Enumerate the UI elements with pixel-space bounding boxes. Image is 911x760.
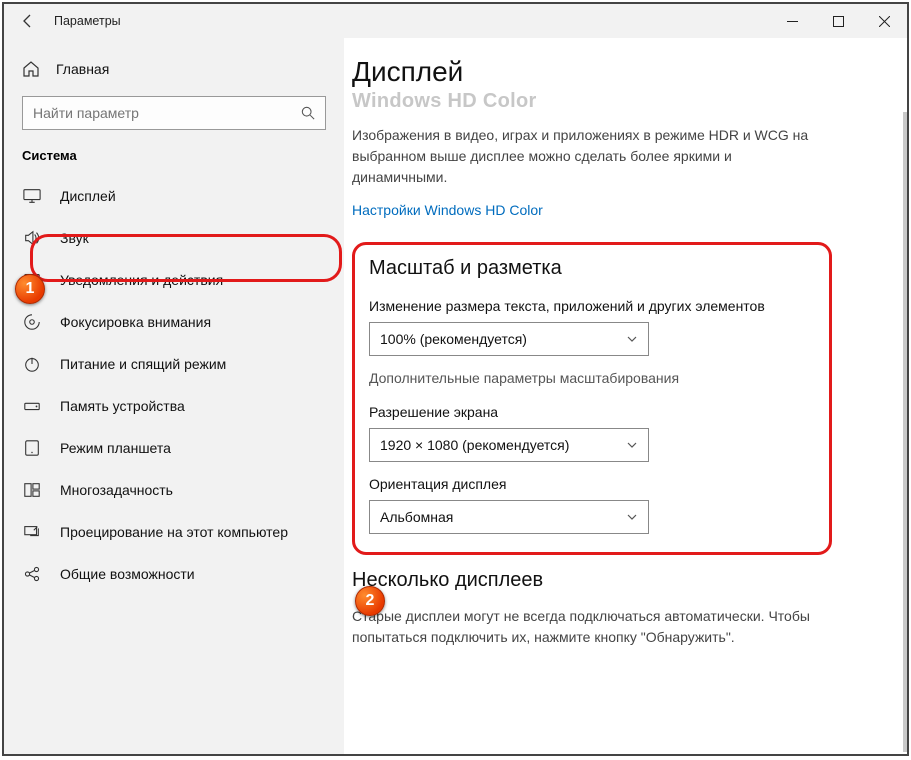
scale-size-label: Изменение размера текста, приложений и д… [369,298,813,314]
sound-icon [22,228,42,248]
multi-displays-heading: Несколько дисплеев [352,569,877,592]
search-input[interactable] [22,96,326,130]
chevron-down-icon [626,333,638,345]
sidebar-item-sound[interactable]: Звук [4,217,344,259]
content-pane: Дисплей Windows HD Color Изображения в в… [344,38,907,754]
display-icon [22,186,42,206]
page-title: Дисплей [352,56,877,88]
sidebar-item-projecting[interactable]: Проецирование на этот компьютер [4,511,344,553]
focus-icon [22,312,42,332]
annotation-badge-2: 2 [355,586,385,616]
advanced-scaling-link[interactable]: Дополнительные параметры масштабирования [369,370,813,386]
hdcolor-heading: Windows HD Color [352,90,877,113]
sidebar-item-label: Уведомления и действия [60,272,223,288]
back-button[interactable] [4,13,52,29]
hdcolor-description: Изображения в видео, играх и приложениях… [352,125,822,188]
sidebar: Главная Система Дисплей Звук [4,38,344,754]
minimize-button[interactable] [769,5,815,37]
sidebar-item-focus[interactable]: Фокусировка внимания [4,301,344,343]
annotation-badge-1: 1 [15,274,45,304]
tablet-icon [22,438,42,458]
scale-size-dropdown[interactable]: 100% (рекомендуется) [369,322,649,356]
sidebar-item-shared[interactable]: Общие возможности [4,553,344,595]
scale-size-value: 100% (рекомендуется) [380,331,527,347]
sidebar-item-display[interactable]: Дисплей [4,175,344,217]
sidebar-item-label: Общие возможности [60,566,195,582]
section-label: Система [4,144,344,175]
hdcolor-link[interactable]: Настройки Windows HD Color [352,202,877,218]
titlebar: Параметры [4,4,907,38]
search-field[interactable] [23,105,291,121]
home-nav[interactable]: Главная [4,52,344,86]
home-icon [22,60,40,78]
window-title: Параметры [52,14,769,28]
search-icon [291,96,325,130]
sidebar-item-storage[interactable]: Память устройства [4,385,344,427]
resolution-label: Разрешение экрана [369,404,813,420]
storage-icon [22,396,42,416]
resolution-value: 1920 × 1080 (рекомендуется) [380,437,569,453]
sidebar-item-label: Проецирование на этот компьютер [60,524,288,540]
sidebar-item-label: Многозадачность [60,482,173,498]
multi-displays-desc: Старые дисплеи могут не всегда подключат… [352,606,812,648]
sidebar-item-tablet[interactable]: Режим планшета [4,427,344,469]
sidebar-item-label: Память устройства [60,398,185,414]
power-icon [22,354,42,374]
orientation-dropdown[interactable]: Альбомная [369,500,649,534]
orientation-label: Ориентация дисплея [369,476,813,492]
chevron-down-icon [626,439,638,451]
sidebar-item-label: Режим планшета [60,440,171,456]
sidebar-item-label: Дисплей [60,188,116,204]
close-button[interactable] [861,5,907,37]
shared-icon [22,564,42,584]
multitask-icon [22,480,42,500]
projecting-icon [22,522,42,542]
chevron-down-icon [626,511,638,523]
scrollbar[interactable] [903,112,907,752]
scale-section-callout: Масштаб и разметка Изменение размера тек… [352,242,832,555]
sidebar-item-label: Питание и спящий режим [60,356,226,372]
orientation-value: Альбомная [380,509,453,525]
resolution-dropdown[interactable]: 1920 × 1080 (рекомендуется) [369,428,649,462]
sidebar-item-label: Звук [60,230,89,246]
sidebar-item-label: Фокусировка внимания [60,314,211,330]
nav-list: Дисплей Звук Уведомления и действия Фоку… [4,175,344,595]
sidebar-item-notifications[interactable]: Уведомления и действия [4,259,344,301]
maximize-button[interactable] [815,5,861,37]
sidebar-item-multitask[interactable]: Многозадачность [4,469,344,511]
scale-heading: Масштаб и разметка [369,257,813,280]
sidebar-item-power[interactable]: Питание и спящий режим [4,343,344,385]
home-label: Главная [56,61,109,77]
